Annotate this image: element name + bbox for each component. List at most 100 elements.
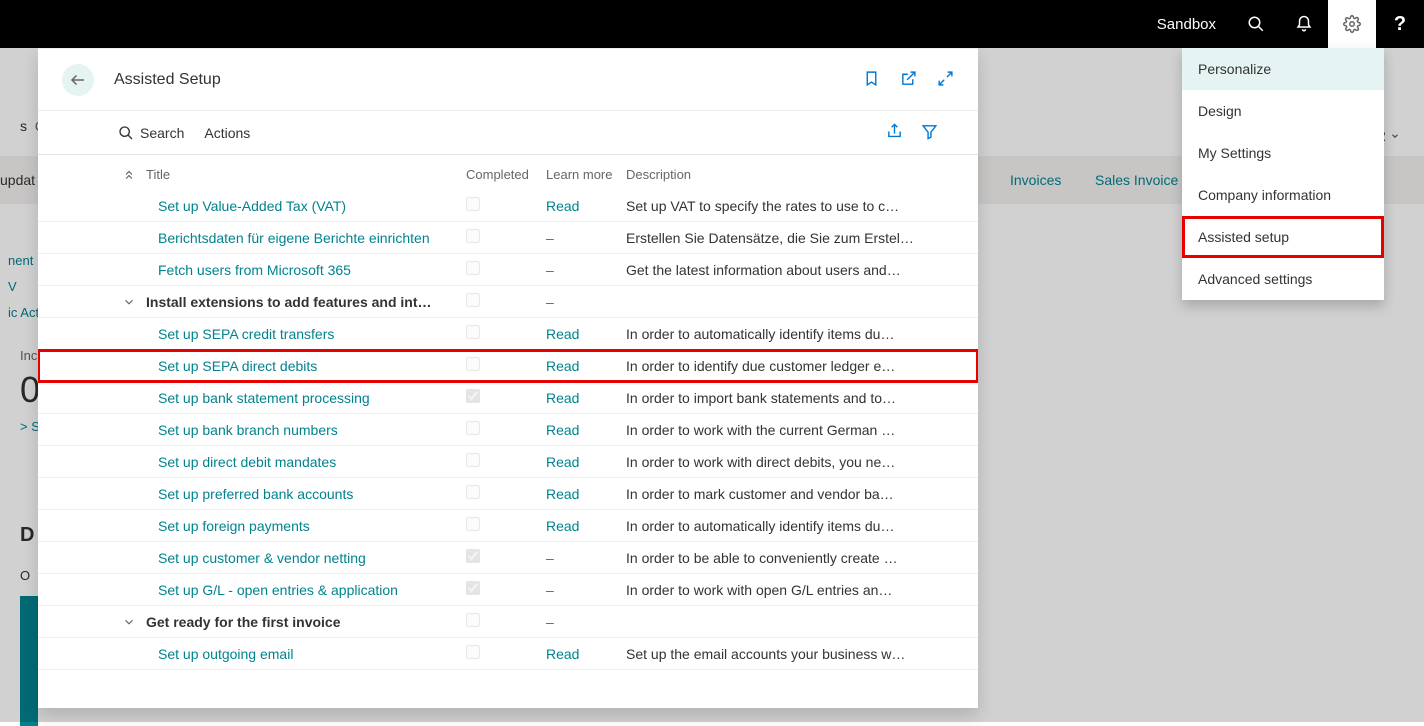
table-row[interactable]: Set up bank statement processingReadIn o… [38, 382, 978, 414]
row-title[interactable]: Berichtsdaten für eigene Berichte einric… [146, 230, 466, 246]
table-row[interactable]: Set up preferred bank accounts ReadIn ord… [38, 478, 978, 510]
row-description: In order to identify due customer ledger… [626, 358, 966, 374]
learn-more-cell[interactable]: Read [546, 422, 626, 438]
table-group-row[interactable]: Install extensions to add features and i… [38, 286, 978, 318]
settings-menu-item[interactable]: Assisted setup [1182, 216, 1384, 258]
learn-more-cell[interactable]: Read [546, 390, 626, 406]
learn-more-cell: – [546, 614, 626, 630]
row-title: Get ready for the first invoice [146, 614, 466, 630]
learn-more-cell[interactable]: Read [546, 326, 626, 342]
row-title[interactable]: Set up bank branch numbers [146, 422, 466, 438]
learn-more-cell[interactable]: Read [546, 454, 626, 470]
col-header-completed[interactable]: Completed [466, 167, 546, 182]
table-row[interactable]: Set up customer & vendor netting –In orde… [38, 542, 978, 574]
learn-more-cell[interactable]: Read [546, 486, 626, 502]
learn-more-cell: – [546, 582, 626, 598]
completed-checkbox [466, 549, 546, 566]
modal-header: Assisted Setup [38, 49, 978, 111]
row-description: Set up VAT to specify the rates to use t… [626, 198, 966, 214]
table-row[interactable]: Set up SEPA direct debits ReadIn order to… [38, 350, 978, 382]
settings-menu-item[interactable]: Personalize [1182, 48, 1384, 90]
row-title[interactable]: Fetch users from Microsoft 365 [146, 262, 466, 278]
table-row[interactable]: Set up direct debit mandatesReadIn order… [38, 446, 978, 478]
chevron-down-icon[interactable] [116, 295, 146, 309]
table-row[interactable]: Set up G/L - open entries & application –… [38, 574, 978, 606]
back-button[interactable] [62, 64, 94, 96]
row-title[interactable]: Set up direct debit mandates [146, 454, 466, 470]
table-group-row[interactable]: Get ready for the first invoice – [38, 606, 978, 638]
table-row[interactable]: Berichtsdaten für eigene Berichte einric… [38, 222, 978, 254]
learn-more-cell[interactable]: Read [546, 358, 626, 374]
row-description: Erstellen Sie Datensätze, die Sie zum Er… [626, 230, 966, 246]
assisted-setup-modal: Assisted Setup Search Actions Title Comp… [38, 48, 978, 708]
filter-icon[interactable] [921, 123, 938, 143]
row-title[interactable]: Set up foreign payments [146, 518, 466, 534]
settings-menu-item[interactable]: Company information [1182, 174, 1384, 216]
completed-checkbox [466, 453, 546, 470]
completed-checkbox [466, 613, 546, 630]
expand-icon[interactable] [937, 70, 954, 90]
learn-more-cell: – [546, 550, 626, 566]
table-header: Title Completed Learn more Description [38, 155, 978, 190]
table-row[interactable]: Fetch users from Microsoft 365–Get the l… [38, 254, 978, 286]
settings-menu-item[interactable]: Advanced settings [1182, 258, 1384, 300]
completed-checkbox [466, 581, 546, 598]
share-icon[interactable] [886, 123, 903, 143]
search-button[interactable]: Search [118, 125, 184, 141]
table-row[interactable]: Set up foreign payments ReadIn order to a… [38, 510, 978, 542]
completed-checkbox [466, 421, 546, 438]
learn-more-cell[interactable]: Read [546, 518, 626, 534]
modal-title: Assisted Setup [114, 71, 221, 89]
learn-more-cell[interactable]: Read [546, 198, 626, 214]
popout-icon[interactable] [900, 70, 917, 90]
completed-checkbox [466, 293, 546, 310]
search-icon[interactable] [1232, 0, 1280, 48]
row-title[interactable]: Set up outgoing email [146, 646, 466, 662]
help-icon[interactable]: ? [1376, 13, 1424, 36]
modal-toolbar: Search Actions [38, 111, 978, 155]
row-description: In order to automatically identify items… [626, 326, 966, 342]
completed-checkbox [466, 389, 546, 406]
table-container: Title Completed Learn more Description S… [38, 155, 978, 708]
col-header-title[interactable]: Title [146, 167, 466, 182]
learn-more-cell: – [546, 294, 626, 310]
col-header-learn-more[interactable]: Learn more [546, 167, 626, 182]
row-title[interactable]: Set up SEPA credit transfers [146, 326, 466, 342]
table-row[interactable]: Set up Value-Added Tax (VAT) ReadSet up V… [38, 190, 978, 222]
row-description: Set up the email accounts your business … [626, 646, 966, 662]
row-title[interactable]: Set up SEPA direct debits [146, 358, 466, 374]
rows-container: Set up Value-Added Tax (VAT)ReadSet up V… [38, 190, 978, 670]
learn-more-cell: – [546, 230, 626, 246]
row-title[interactable]: Set up customer & vendor netting [146, 550, 466, 566]
environment-label: Sandbox [1157, 16, 1216, 33]
row-title[interactable]: Set up G/L - open entries & application [146, 582, 466, 598]
search-label: Search [140, 125, 184, 141]
row-description: In order to be able to conveniently crea… [626, 550, 966, 566]
table-row[interactable]: Set up SEPA credit transfers ReadIn order… [38, 318, 978, 350]
settings-icon[interactable] [1328, 0, 1376, 48]
completed-checkbox [466, 485, 546, 502]
learn-more-cell[interactable]: Read [546, 646, 626, 662]
table-row[interactable]: Set up bank branch numbersReadIn order t… [38, 414, 978, 446]
completed-checkbox [466, 645, 546, 662]
chevron-down-icon[interactable] [116, 615, 146, 629]
settings-menu: PersonalizeDesignMy SettingsCompany info… [1182, 48, 1384, 300]
settings-menu-item[interactable]: My Settings [1182, 132, 1384, 174]
actions-button[interactable]: Actions [204, 125, 250, 141]
table-row[interactable]: Set up outgoing email ReadSet up the emai… [38, 638, 978, 670]
bookmark-icon[interactable] [863, 70, 880, 90]
settings-menu-item[interactable]: Design [1182, 90, 1384, 132]
col-header-description[interactable]: Description [626, 167, 966, 182]
row-title[interactable]: Set up preferred bank accounts [146, 486, 466, 502]
collapse-all-icon[interactable] [116, 168, 146, 182]
row-title[interactable]: Set up Value-Added Tax (VAT) [146, 198, 466, 214]
completed-checkbox [466, 517, 546, 534]
row-description: Get the latest information about users a… [626, 262, 966, 278]
row-title: Install extensions to add features and i… [146, 294, 466, 310]
completed-checkbox [466, 261, 546, 278]
completed-checkbox [466, 229, 546, 246]
row-description: In order to automatically identify items… [626, 518, 966, 534]
notifications-icon[interactable] [1280, 0, 1328, 48]
row-title[interactable]: Set up bank statement processing [146, 390, 466, 406]
row-description: In order to mark customer and vendor ba… [626, 486, 966, 502]
